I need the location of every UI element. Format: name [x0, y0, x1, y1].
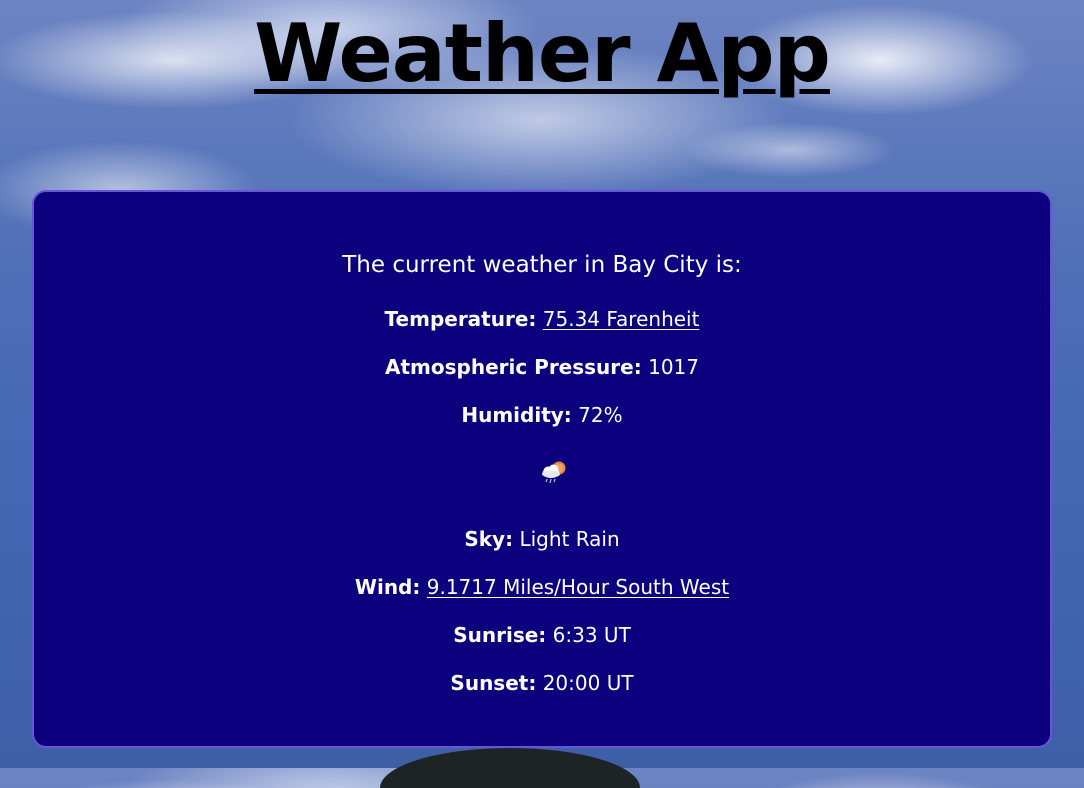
sky-value: Light Rain — [519, 527, 620, 551]
rain-cloud-sun-icon — [542, 461, 566, 484]
wind-label: Wind: — [354, 575, 421, 599]
page-title: Weather App — [254, 7, 831, 100]
sunset-row: Sunset: 20:00 UT — [34, 670, 1050, 696]
sky-row: Sky: Light Rain — [34, 526, 1050, 552]
wind-row: Wind: 9.1717 Miles/Hour South West — [34, 574, 1050, 600]
sunrise-value: 6:33 UT — [552, 623, 631, 647]
sky-label: Sky: — [464, 527, 514, 551]
pressure-value: 1017 — [648, 355, 699, 379]
temperature-row: Temperature: 75.34 Farenheit — [34, 306, 1050, 332]
sunrise-row: Sunrise: 6:33 UT — [34, 622, 1050, 648]
wind-link[interactable]: 9.1717 Miles/Hour South West — [427, 575, 729, 599]
pressure-row: Atmospheric Pressure: 1017 — [34, 354, 1050, 380]
background-mountain — [380, 748, 640, 788]
weather-card: The current weather in Bay City is: Temp… — [32, 190, 1052, 748]
temperature-label: Temperature: — [384, 307, 537, 331]
sunset-label: Sunset: — [450, 671, 537, 695]
humidity-label: Humidity: — [461, 403, 572, 427]
humidity-row: Humidity: 72% — [34, 402, 1050, 428]
pressure-label: Atmospheric Pressure: — [384, 355, 642, 379]
weather-intro: The current weather in Bay City is: — [342, 252, 742, 278]
sunset-value: 20:00 UT — [542, 671, 634, 695]
sunrise-label: Sunrise: — [453, 623, 547, 647]
humidity-value: 72% — [578, 403, 623, 427]
temperature-link[interactable]: 75.34 Farenheit — [543, 307, 700, 331]
